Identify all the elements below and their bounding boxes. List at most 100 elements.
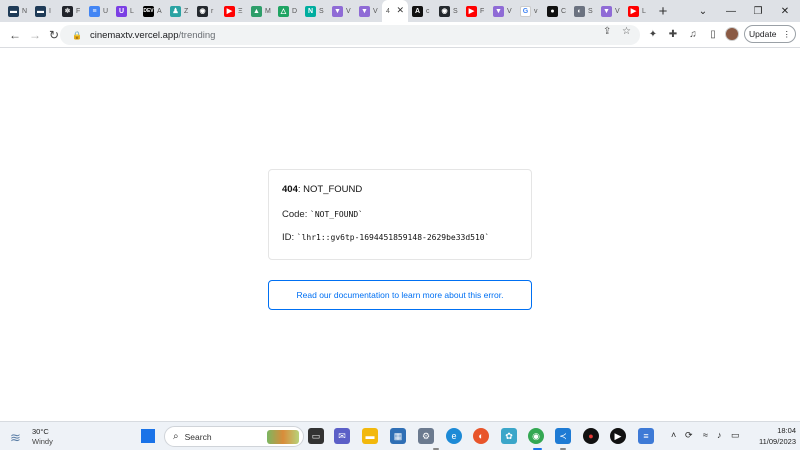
search-label: Search — [184, 431, 212, 442]
close-tab-icon[interactable]: ✕ — [396, 5, 404, 16]
chevron-up-icon[interactable]: ˄ — [671, 430, 676, 440]
tab-search-chevron-icon[interactable]: ⌄ — [688, 0, 718, 22]
browser-tab[interactable]: Ac — [408, 0, 435, 22]
error-title: 404: NOT_FOUND — [282, 184, 518, 195]
cinemax-favicon-icon: ▬ — [35, 5, 46, 17]
error-code-label: Code: — [282, 209, 308, 220]
close-window-icon[interactable]: ✕ — [770, 0, 800, 22]
recorder-icon[interactable]: ● — [583, 428, 599, 444]
documentation-link-box[interactable]: Read our documentation to learn more abo… — [268, 280, 532, 310]
firefox-icon[interactable]: ◐ — [473, 428, 489, 444]
browser-tab[interactable]: ▶ L — [624, 0, 651, 22]
documentation-link[interactable]: Read our documentation to learn more abo… — [297, 290, 504, 300]
browser-tab[interactable]: ◉ S — [435, 0, 462, 22]
browser-tab[interactable]: ▲ M — [247, 0, 274, 22]
forward-button[interactable]: → — [26, 26, 44, 44]
notepad-icon[interactable]: ≡ — [638, 428, 654, 444]
update-button[interactable]: Update ⋮ — [744, 25, 796, 43]
browser-tab[interactable]: Gv — [516, 0, 543, 22]
minimize-icon[interactable]: — — [716, 0, 746, 22]
browser-tab[interactable]: ▼ V — [489, 0, 516, 22]
tab-title: V — [507, 7, 512, 15]
tab-title: D — [292, 7, 298, 15]
tab-title: L — [130, 7, 134, 15]
tab-title: F — [76, 7, 81, 15]
vite-favicon-icon: ▼ — [332, 5, 343, 17]
browser-tab[interactable]: UL — [112, 0, 139, 22]
store-icon[interactable]: ▦ — [390, 428, 406, 444]
file-explorer-icon[interactable]: ▬ — [362, 428, 378, 444]
sync-icon[interactable]: ⟳ — [685, 430, 693, 441]
browser-tab[interactable]: ▬ N — [4, 0, 31, 22]
browser-tab[interactable]: ◉ r — [193, 0, 220, 22]
new-tab-button[interactable]: + — [651, 0, 675, 22]
side-panel-icon[interactable]: ▯ — [706, 27, 720, 41]
browser-tab[interactable]: ▼ V — [355, 0, 382, 22]
error-id-value: `lhr1::gv6tp-1694451859148-2629be33d510` — [296, 233, 490, 242]
settings-gear-icon[interactable]: ⚙ — [418, 428, 434, 444]
tab-title: c — [426, 7, 430, 15]
windows-taskbar: ≋ 30°C Windy ⌕ Search ▭ ✉ ▬ ▦ ⚙ e ◐ ✿ ◉ … — [0, 421, 800, 450]
clock-time[interactable]: 18:04 — [752, 426, 796, 435]
drop-favicon-icon: ▲ — [251, 5, 262, 17]
cinemax-favicon-icon: ▬ — [8, 5, 19, 17]
browser-tab[interactable]: NS — [301, 0, 328, 22]
edge-icon[interactable]: e — [446, 428, 462, 444]
google-favicon-icon: G — [520, 5, 531, 17]
clock-date[interactable]: 11/09/2023 — [744, 437, 796, 446]
tab-title: U — [103, 7, 109, 15]
tab-title: S — [453, 7, 458, 15]
maximize-icon[interactable]: ❐ — [743, 0, 773, 22]
tab-title: Z — [184, 7, 189, 15]
extension-sparkle-icon[interactable]: ✦ — [646, 27, 660, 41]
bookmark-star-icon[interactable]: ☆ — [622, 26, 631, 37]
film-favicon-icon: ● — [547, 5, 558, 17]
extensions-puzzle-icon[interactable]: ✚ — [666, 27, 680, 41]
browser-tab[interactable]: ▶ Ξ — [220, 0, 247, 22]
browser-tab[interactable]: ▶ F — [462, 0, 489, 22]
more-menu-icon: ⋮ — [782, 28, 791, 39]
browser-tab[interactable]: ▬ I — [31, 0, 58, 22]
drive-favicon-icon: △ — [278, 5, 289, 17]
dev-favicon-icon: DEV — [143, 5, 154, 17]
task-view-icon[interactable]: ▭ — [308, 428, 324, 444]
profile-avatar[interactable] — [725, 27, 739, 41]
back-button[interactable]: ← — [6, 26, 24, 44]
chrome-icon[interactable]: ◉ — [528, 428, 544, 444]
tab-title: v — [534, 7, 538, 15]
address-bar[interactable]: 🔒 cinemaxtv.vercel.app/trending — [60, 25, 640, 45]
browser-tab[interactable]: ◐ S — [570, 0, 597, 22]
tab-title: L — [642, 7, 646, 15]
reload-icon: ↻ — [48, 28, 60, 42]
weather-wind-icon[interactable]: ≋ — [10, 430, 21, 446]
browser-tab[interactable]: DEV A — [139, 0, 166, 22]
battery-icon[interactable]: ▭ — [731, 430, 740, 441]
browser-tab[interactable]: ≡ U — [85, 0, 112, 22]
wifi-icon[interactable]: ≈ — [703, 430, 708, 440]
search-icon: ⌕ — [173, 431, 179, 442]
docs-favicon-icon: ≡ — [89, 5, 100, 17]
browser-tab[interactable]: ● C — [543, 0, 570, 22]
windows-start-icon[interactable] — [140, 428, 156, 444]
media-control-icon[interactable]: ♫ — [686, 27, 700, 41]
vite-favicon-icon: ▼ — [359, 5, 370, 17]
teams-chat-icon[interactable]: ✉ — [334, 428, 350, 444]
vscode-icon[interactable]: ≺ — [555, 428, 571, 444]
media-player-icon[interactable]: ▶ — [610, 428, 626, 444]
browser-tab[interactable]: ⚛ F — [58, 0, 85, 22]
globe-favicon-icon: ◐ — [574, 5, 585, 17]
browser-tab[interactable]: ▼ V — [328, 0, 355, 22]
forward-arrow-icon: → — [29, 28, 41, 42]
browser-tab[interactable]: △ D — [274, 0, 301, 22]
browser-tab[interactable]: ♟ Z — [166, 0, 193, 22]
share-icon[interactable]: ⇪ — [603, 26, 611, 37]
back-arrow-icon: ← — [9, 28, 21, 42]
taskbar-search[interactable]: ⌕ Search — [164, 426, 304, 447]
tab-title: V — [615, 7, 620, 15]
active-browser-tab[interactable]: 4 ✕ — [382, 0, 408, 22]
tab-title: C — [561, 7, 567, 15]
error-code-row: Code: `NOT_FOUND` — [282, 209, 518, 220]
browser-tab[interactable]: ▼ V — [597, 0, 624, 22]
photos-icon[interactable]: ✿ — [501, 428, 517, 444]
volume-icon[interactable]: ♪ — [717, 430, 722, 440]
